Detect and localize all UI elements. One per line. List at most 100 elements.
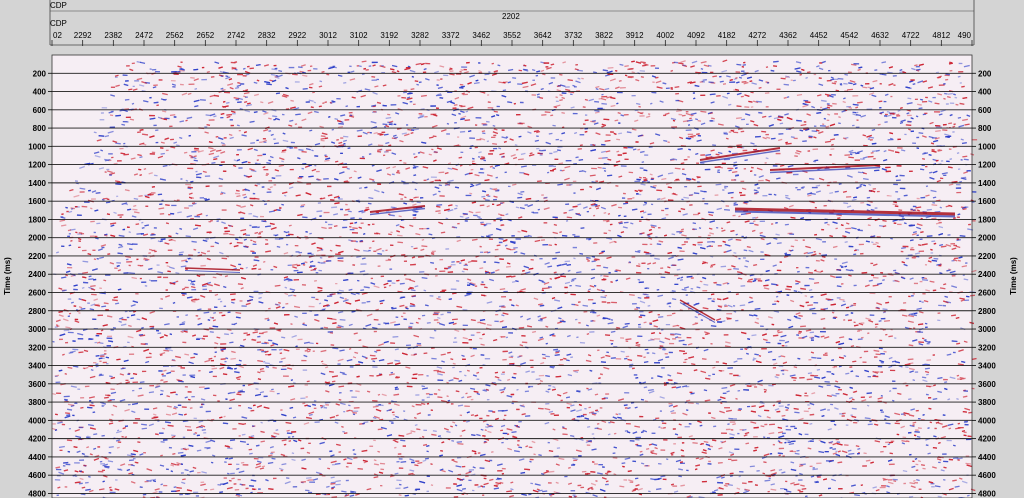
seismic-wavelet: [629, 481, 634, 483]
x-tick-label: 3372: [442, 31, 460, 40]
seismic-wavelet: [193, 417, 197, 420]
seismic-wavelet: [914, 371, 919, 373]
x-tick-label: 4002: [656, 31, 674, 40]
seismic-wavelet: [729, 421, 736, 423]
seismic-wavelet: [584, 408, 587, 410]
seismic-wavelet: [313, 407, 317, 409]
seismic-wavelet: [683, 361, 687, 363]
seismic-wavelet: [106, 168, 110, 171]
seismic-wavelet: [956, 216, 960, 218]
seismic-wavelet: [707, 234, 711, 237]
seismic-wavelet: [785, 429, 791, 431]
seismic-wavelet: [104, 353, 107, 355]
seismic-wavelet: [403, 260, 408, 262]
seismic-wavelet: [434, 268, 437, 270]
seismic-wavelet: [452, 341, 458, 343]
seismic-wavelet: [287, 436, 291, 438]
x-tick-label: 3732: [564, 31, 582, 40]
seismic-wavelet: [67, 267, 73, 269]
seismic-wavelet: [631, 256, 636, 258]
seismic-wavelet: [904, 133, 907, 136]
seismic-wavelet: [314, 421, 320, 423]
seismic-wavelet: [826, 119, 830, 122]
seismic-wavelet: [305, 396, 308, 398]
seismic-wavelet: [828, 69, 831, 72]
seismic-wavelet: [905, 257, 909, 260]
x-tick-label: 4272: [748, 31, 766, 40]
x-tick-label: 2742: [227, 31, 245, 40]
seismic-wavelet: [809, 465, 813, 467]
seismic-wavelet: [195, 315, 199, 317]
x-tick-label: 4182: [718, 31, 736, 40]
seismic-wavelet: [485, 222, 492, 225]
seismic-wavelet: [100, 355, 105, 357]
seismic-wavelet: [867, 375, 871, 378]
seismic-wavelet: [204, 126, 208, 128]
seismic-wavelet: [188, 205, 193, 207]
seismic-wavelet: [559, 139, 563, 142]
seismic-wavelet: [820, 106, 823, 109]
seismic-wavelet: [945, 103, 949, 105]
seismic-wavelet: [343, 411, 346, 413]
seismic-wavelet: [959, 82, 962, 84]
seismic-wavelet: [237, 73, 243, 76]
seismic-wavelet: [127, 341, 130, 344]
seismic-wavelet: [397, 453, 402, 455]
seismic-wavelet: [628, 366, 633, 368]
seismic-wavelet: [672, 338, 677, 340]
seismic-wavelet: [463, 264, 469, 266]
seismic-wavelet: [254, 162, 258, 164]
seismic-wavelet: [239, 300, 243, 302]
x-tick-label: 3282: [411, 31, 429, 40]
seismic-wavelet: [151, 249, 156, 252]
seismic-wavelet: [919, 238, 923, 240]
seismic-wavelet: [785, 194, 789, 197]
seismic-wavelet: [892, 387, 897, 390]
x-tick-label: 4812: [932, 31, 950, 40]
seismic-wavelet: [582, 413, 587, 416]
seismic-wavelet: [883, 100, 887, 103]
seismic-wavelet: [762, 195, 768, 197]
seismic-wavelet: [238, 129, 241, 132]
seismic-wavelet: [931, 486, 935, 488]
seismic-wavelet: [937, 312, 941, 314]
seismic-wavelet: [191, 151, 197, 153]
seismic-wavelet: [818, 439, 821, 441]
x-tick-label: 2382: [104, 31, 122, 40]
seismic-wavelet: [912, 142, 916, 144]
seismic-wavelet: [377, 265, 381, 267]
seismic-wavelet: [631, 94, 636, 97]
seismic-wavelet: [836, 297, 841, 299]
seismic-wavelet: [351, 396, 357, 398]
seismic-wavelet: [541, 194, 544, 196]
seismic-wavelet: [964, 299, 970, 301]
seismic-wavelet: [486, 398, 490, 401]
seismic-wavelet: [438, 212, 441, 214]
seismic-wavelet: [258, 233, 262, 235]
seismic-wavelet: [639, 115, 645, 117]
seismic-wavelet: [165, 149, 169, 152]
seismic-wavelet: [860, 322, 865, 324]
seismic-wavelet: [381, 250, 385, 252]
seismic-wavelet: [650, 65, 656, 67]
seismic-wavelet: [132, 458, 136, 460]
seismic-wavelet: [601, 301, 607, 303]
seismic-wavelet: [294, 245, 299, 247]
seismic-wavelet: [439, 258, 444, 261]
seismic-wavelet: [470, 334, 475, 336]
seismic-wavelet: [753, 436, 758, 438]
seismic-wavelet: [457, 222, 460, 225]
seismic-wavelet: [100, 463, 106, 465]
x-tick-label: 490: [958, 31, 972, 40]
seismic-wavelet: [289, 168, 294, 171]
seismic-wavelet: [672, 485, 678, 487]
seismic-wavelet: [93, 361, 97, 364]
seismic-wavelet: [702, 290, 708, 292]
seismic-wavelet: [323, 211, 330, 214]
x-tick-label: 3462: [472, 31, 490, 40]
seismic-wavelet: [660, 449, 666, 451]
seismic-wavelet: [686, 238, 690, 240]
seismic-wavelet: [725, 428, 731, 431]
x-tick-label: 3912: [626, 31, 644, 40]
seismic-wavelet: [913, 282, 919, 285]
